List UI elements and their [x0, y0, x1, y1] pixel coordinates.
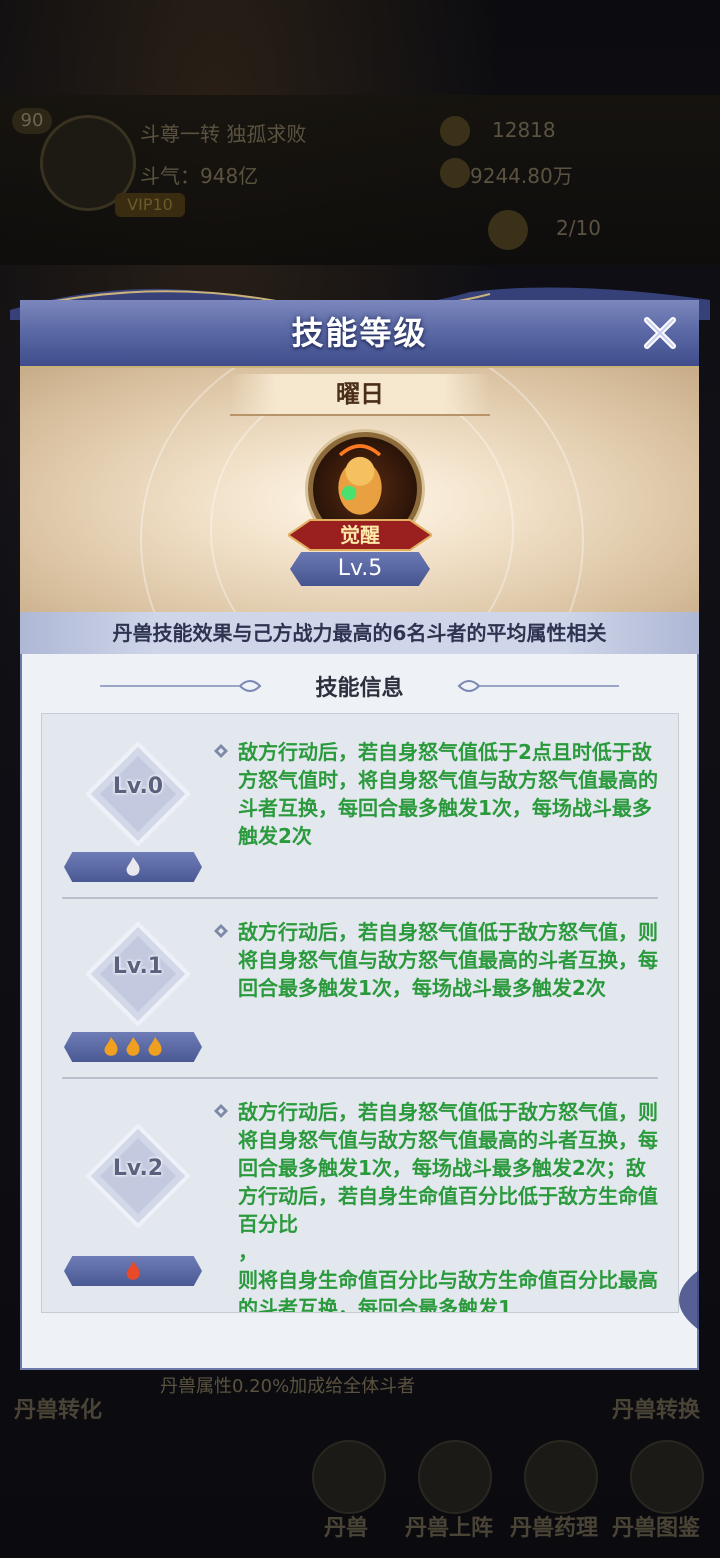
left-label[interactable]: 丹兽转化 — [14, 1392, 102, 1424]
level-effect-text: 敌方行动后，若自身怒气值低于2点且时低于敌方怒气值时，将自身怒气值与敌方怒气值最… — [238, 740, 658, 848]
level-effect-text: 敌方行动后，若自身怒气值低于敌方怒气值，则将自身怒气值与敌方怒气值最高的斗者互换… — [238, 1100, 658, 1313]
bullet-diamond-icon — [214, 744, 228, 758]
nav-label-beast[interactable]: 丹兽 — [324, 1510, 368, 1542]
level-effect-text: 敌方行动后，若自身怒气值低于敌方怒气值，则将自身怒气值与敌方怒气值最高的斗者互换… — [238, 920, 658, 1000]
awaken-badge: 觉醒 — [288, 518, 432, 552]
skill-level-row: Lv.1 敌方行动后，若自身怒气值低于敌方怒气值，则将自身怒气值与敌方怒气值最高… — [42, 894, 678, 1074]
skill-level-list[interactable]: Lv.0 敌方行动后，若自身怒气值低于2点且时低于敌方怒气值时，将自身怒气值与敌… — [41, 713, 679, 1313]
nav-label-catalog[interactable]: 丹兽图鉴 — [612, 1510, 700, 1542]
currency2-icon — [440, 158, 470, 188]
dialog-header: 技能等级 — [20, 300, 699, 368]
skill-hero-panel: 曜日 觉醒 Lv.5 — [20, 368, 699, 612]
flame-icon — [126, 1261, 140, 1280]
nav-icon-catalog[interactable] — [630, 1440, 704, 1514]
currency1-value: 12818 — [492, 118, 556, 142]
section-ornament-right — [457, 680, 619, 692]
bottom-hint: 丹兽属性0.20%加成给全体斗者 — [160, 1376, 416, 1397]
beast-icon — [338, 444, 382, 515]
skill-name-banner: 曜日 — [230, 374, 490, 416]
level-label: Lv.2 — [112, 1156, 164, 1181]
flame-bar — [64, 1032, 202, 1062]
level-label: Lv.1 — [112, 954, 164, 979]
flame-bar — [64, 1256, 202, 1286]
counter-icon — [488, 210, 528, 250]
flame-icon — [148, 1037, 162, 1056]
currency1-icon — [440, 116, 470, 146]
description-bar: 丹兽技能效果与己方战力最高的6名斗者的平均属性相关 — [20, 612, 699, 654]
currency2-value: 9244.80万 — [470, 164, 573, 188]
nav-icon-beast[interactable] — [312, 1440, 386, 1514]
nav-icon-deploy[interactable] — [418, 1440, 492, 1514]
right-label[interactable]: 丹兽转换 — [612, 1392, 700, 1424]
close-icon[interactable] — [639, 312, 681, 354]
bullet-diamond-icon — [214, 924, 228, 938]
skill-level-label: Lv.5 — [337, 556, 383, 581]
counter-value: 2/10 — [556, 216, 601, 240]
skill-name: 曜日 — [336, 380, 384, 408]
awaken-label: 觉醒 — [340, 523, 380, 547]
skill-level-row: Lv.2 敌方行动后，若自身怒气值低于敌方怒气值，则将自身怒气值与敌方怒气值最高… — [42, 1074, 678, 1313]
player-name: 斗尊一转 独孤求败 — [140, 122, 307, 146]
flame-icon — [104, 1037, 118, 1056]
skill-level-dialog: 技能等级 曜日 觉醒 Lv.5 丹兽技能效果与己方战力最高的6名斗者的平均属性相… — [20, 300, 699, 1370]
flame-icon — [126, 1037, 140, 1056]
bullet-diamond-icon — [214, 1104, 228, 1118]
skill-level-pill: Lv.5 — [290, 552, 430, 586]
dialog-corner-decoration — [679, 1270, 699, 1330]
dialog-title: 技能等级 — [291, 314, 428, 352]
flame-bar — [64, 852, 202, 882]
player-level: 90 — [12, 108, 52, 134]
nav-icon-pharmacology[interactable] — [524, 1440, 598, 1514]
player-power: 斗气：948亿 — [140, 164, 259, 188]
nav-label-pharmacology[interactable]: 丹兽药理 — [510, 1510, 598, 1542]
vip-badge: VIP10 — [115, 193, 185, 217]
flame-icon — [126, 857, 140, 876]
skill-level-row: Lv.0 敌方行动后，若自身怒气值低于2点且时低于敌方怒气值时，将自身怒气值与敌… — [42, 714, 678, 894]
skill-description: 丹兽技能效果与己方战力最高的6名斗者的平均属性相关 — [112, 621, 607, 645]
nav-label-deploy[interactable]: 丹兽上阵 — [405, 1510, 493, 1542]
level-label: Lv.0 — [112, 774, 164, 799]
